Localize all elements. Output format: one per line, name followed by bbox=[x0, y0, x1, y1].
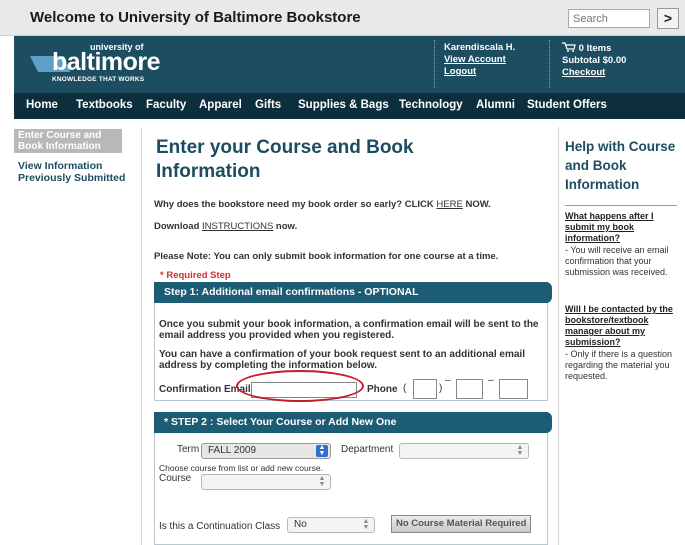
term-label: Term bbox=[177, 444, 200, 455]
department-label: Department bbox=[341, 444, 394, 455]
single-course-note: Please Note: You can only submit book in… bbox=[154, 251, 499, 262]
help-question-1[interactable]: What happens after I submit my book info… bbox=[565, 211, 681, 244]
select-arrows-icon: ▲ ▼ bbox=[362, 518, 370, 531]
welcome-title: Welcome to University of Baltimore Books… bbox=[30, 9, 361, 26]
continuation-label: Is this a Continuation Class bbox=[159, 521, 281, 532]
help-divider bbox=[565, 205, 677, 206]
top-bar: Welcome to University of Baltimore Books… bbox=[0, 0, 685, 36]
cart-subtotal: Subtotal $0.00 bbox=[562, 55, 627, 66]
annotation-circle bbox=[236, 370, 364, 402]
nav-supplies-bags[interactable]: Supplies & Bags bbox=[298, 99, 389, 111]
site-header: university of baltimore KNOWLEDGE THAT W… bbox=[14, 36, 685, 93]
select-arrows-icon: ▲ ▼ bbox=[316, 444, 328, 457]
header-divider bbox=[434, 40, 435, 88]
step1-paragraph-1: Once you submit your book information, a… bbox=[159, 319, 539, 341]
step1-header: Step 1: Additional email confirmations -… bbox=[154, 282, 552, 303]
sidebar-item-enter-course[interactable]: Enter Course and Book Information bbox=[14, 129, 122, 153]
sidebar-item-view-information[interactable]: View Information Previously Submitted bbox=[18, 160, 141, 184]
course-hint: Choose course from list or add new cours… bbox=[159, 463, 323, 473]
no-course-material-button[interactable]: No Course Material Required bbox=[391, 515, 532, 533]
department-select[interactable]: ▲ ▼ bbox=[399, 443, 529, 459]
nav-home[interactable]: Home bbox=[26, 99, 58, 111]
user-name: Karendiscala H. bbox=[444, 42, 516, 53]
cart-items: 0 Items bbox=[578, 43, 612, 54]
required-step-note: * Required Step bbox=[160, 270, 231, 281]
header-divider bbox=[549, 40, 550, 88]
phone-area-code-input[interactable] bbox=[413, 379, 437, 399]
course-select[interactable]: ▲ ▼ bbox=[201, 474, 331, 490]
cart-icon[interactable] bbox=[562, 42, 576, 52]
logo-tagline: KNOWLEDGE THAT WORKS bbox=[52, 76, 145, 83]
step2-panel: Term FALL 2009 ▲ ▼ Department ▲ ▼ Choose c… bbox=[154, 433, 548, 545]
help-title: Help with Course and Book Information bbox=[565, 139, 676, 192]
phone-label: Phone bbox=[367, 384, 398, 395]
phone-prefix-input[interactable] bbox=[456, 379, 483, 399]
phone-dash: – bbox=[488, 375, 494, 386]
select-arrows-icon: ▲ ▼ bbox=[318, 475, 326, 488]
instructions-link[interactable]: INSTRUCTIONS bbox=[202, 221, 273, 232]
step2-header: * STEP 2 : Select Your Course or Add New… bbox=[154, 412, 552, 433]
nav-apparel[interactable]: Apparel bbox=[199, 99, 242, 111]
phone-dash: – bbox=[445, 375, 451, 386]
step1-paragraph-2: You can have a confirmation of your book… bbox=[159, 349, 525, 371]
nav-textbooks[interactable]: Textbooks bbox=[76, 99, 133, 111]
user-account: Karendiscala H. View Account Logout bbox=[444, 42, 515, 78]
nav-alumni[interactable]: Alumni bbox=[476, 99, 515, 111]
university-logo[interactable]: university of baltimore KNOWLEDGE THAT W… bbox=[30, 42, 161, 86]
here-link[interactable]: HERE bbox=[436, 199, 462, 210]
main-nav: Home Textbooks Faculty Apparel Gifts Sup… bbox=[14, 93, 685, 119]
phone-line-input[interactable] bbox=[499, 379, 528, 399]
continuation-select[interactable]: No ▲ ▼ bbox=[287, 517, 375, 533]
nav-gifts[interactable]: Gifts bbox=[255, 99, 281, 111]
view-account-link[interactable]: View Account bbox=[444, 54, 506, 65]
logo-wordmark: baltimore bbox=[52, 48, 161, 76]
logout-link[interactable]: Logout bbox=[444, 66, 476, 77]
page-title: Enter your Course and Book Information bbox=[156, 137, 414, 182]
left-sidebar: Enter Course and Book Information View I… bbox=[14, 127, 142, 545]
help-panel: Help with Course and Book Information Wh… bbox=[558, 127, 685, 545]
why-early-text: Why does the bookstore need my book orde… bbox=[154, 199, 491, 210]
search-go-button[interactable]: > bbox=[657, 8, 679, 29]
course-label: Course bbox=[159, 473, 192, 484]
nav-faculty[interactable]: Faculty bbox=[146, 99, 186, 111]
continuation-value: No bbox=[294, 519, 307, 530]
search-input[interactable] bbox=[568, 9, 650, 28]
download-text: Download INSTRUCTIONS now. bbox=[154, 221, 298, 232]
term-value: FALL 2009 bbox=[208, 445, 257, 456]
checkout-link[interactable]: Checkout bbox=[562, 67, 605, 78]
term-select[interactable]: FALL 2009 ▲ ▼ bbox=[201, 443, 331, 459]
phone-paren-close: ) bbox=[439, 383, 443, 394]
help-answer-1: - You will receive an email confirmation… bbox=[565, 245, 669, 277]
help-answer-2: - Only if there is a question regarding … bbox=[565, 349, 673, 381]
select-arrows-icon: ▲ ▼ bbox=[516, 444, 524, 457]
help-question-2[interactable]: Will I be contacted by the bookstore/tex… bbox=[565, 304, 681, 348]
nav-technology[interactable]: Technology bbox=[399, 99, 463, 111]
cart-summary: 0 Items Subtotal $0.00 Checkout bbox=[562, 42, 626, 79]
nav-student-offers[interactable]: Student Offers bbox=[527, 99, 607, 111]
phone-paren-open: ( bbox=[403, 383, 407, 394]
